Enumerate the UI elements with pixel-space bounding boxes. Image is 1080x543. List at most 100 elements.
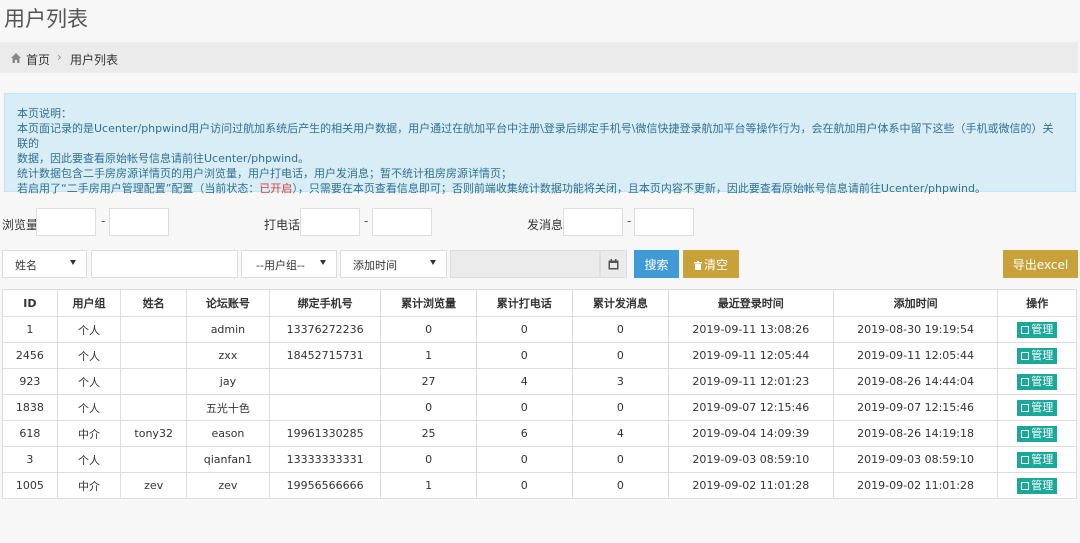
manage-button[interactable]: 管理: [1017, 347, 1058, 364]
status-badge: 已开启: [259, 182, 293, 195]
table-cell-actions: 管理: [997, 368, 1077, 395]
notice-text: ），只需要在本页查看信息即可；否则前端收集统计数据功能将关闭，且本页内容不更新，…: [292, 182, 986, 195]
search-input[interactable]: [91, 250, 238, 278]
notice-line: 数据，因此要查看原始帐号信息请前往Ucenter/phpwind。: [17, 152, 310, 165]
edit-icon: [1021, 377, 1030, 386]
table-row: 1838 个人 五光十色 0 0 0 2019-09-07 12:15:46 2019-09-…: [2, 394, 1077, 421]
manage-button[interactable]: 管理: [1017, 425, 1058, 442]
table-cell-actions: 管理: [997, 420, 1077, 447]
table-cell-actions: 管理: [997, 394, 1077, 421]
table-cell: 19956566666: [268, 472, 382, 499]
table-cell: 2019-09-11 12:01:23: [667, 368, 834, 395]
table-cell: 2019-09-11 12:05:44: [667, 342, 834, 369]
messages-min-input[interactable]: [563, 208, 623, 236]
manage-button[interactable]: 管理: [1017, 321, 1058, 338]
manage-button[interactable]: 管理: [1017, 451, 1058, 468]
page-title: 用户列表: [4, 7, 88, 31]
export-excel-button[interactable]: 导出excel: [1003, 250, 1078, 278]
table-cell: 0: [380, 446, 477, 473]
search-field-select[interactable]: 姓名: [2, 250, 87, 278]
table-cell: 中介: [56, 472, 122, 499]
table-cell: 4: [571, 420, 669, 447]
notice-line: 统计数据包含二手房房源详情页的用户浏览量，用户打电话，用户发消息；暂不统计租房房…: [17, 167, 512, 180]
column-header: 用户组: [56, 289, 122, 317]
table-cell: 2019-09-02 11:01:28: [832, 472, 999, 499]
manage-button[interactable]: 管理: [1017, 477, 1058, 494]
manage-button[interactable]: 管理: [1017, 373, 1058, 390]
table-header-row: ID 用户组 姓名 论坛账号 绑定手机号 累计浏览量 累计打电话 累计发消息 最…: [2, 289, 1077, 317]
trash-icon: [693, 261, 702, 270]
edit-icon: [1021, 403, 1030, 412]
table-cell: 6: [475, 420, 573, 447]
search-button[interactable]: 搜索: [634, 250, 679, 278]
manage-button-label: 管理: [1031, 452, 1054, 466]
table-cell: [268, 394, 382, 421]
table-cell: 2019-09-11 13:08:26: [667, 316, 834, 343]
table-cell: 0: [571, 316, 669, 343]
table-cell: 中介: [56, 420, 122, 447]
table-cell: 4: [475, 368, 573, 395]
table-cell: 个人: [56, 368, 122, 395]
table-cell: 0: [571, 472, 669, 499]
table-cell: 0: [571, 342, 669, 369]
calendar-button[interactable]: [600, 250, 627, 278]
messages-max-input[interactable]: [634, 208, 694, 236]
column-header: 姓名: [120, 289, 188, 317]
table-cell: 13333333331: [268, 446, 382, 473]
table-cell: zev: [186, 472, 270, 499]
manage-button-label: 管理: [1031, 400, 1054, 414]
user-group-value: --用户组--: [256, 259, 305, 272]
table-cell: 1838: [2, 394, 58, 421]
table-cell: 0: [475, 472, 573, 499]
manage-button-label: 管理: [1031, 478, 1054, 492]
table-cell-actions: 管理: [997, 472, 1077, 499]
breadcrumb-home-link[interactable]: 首页: [26, 51, 50, 68]
column-header: 最近登录时间: [667, 289, 834, 317]
table-cell: 618: [2, 420, 58, 447]
calls-min-input[interactable]: [300, 208, 360, 236]
breadcrumb-separator: ›: [57, 50, 62, 64]
column-header: ID: [2, 289, 58, 317]
notice-line: 若启用了“二手房用户管理配置”配置（当前状态：已开启），只需要在本页查看信息即可…: [17, 181, 1063, 196]
time-type-value: 添加时间: [353, 259, 397, 272]
table-cell: admin: [186, 316, 270, 343]
user-group-select[interactable]: --用户组--: [241, 250, 337, 278]
table-cell: 2019-08-26 14:19:18: [832, 420, 999, 447]
table-cell: 1: [2, 316, 58, 343]
manage-button[interactable]: 管理: [1017, 399, 1058, 416]
table-cell: zev: [120, 472, 188, 499]
table-row: 923 个人 jay 27 4 3 2019-09-11 12:01:23 2019-08-2…: [2, 368, 1077, 395]
views-min-input[interactable]: [36, 208, 96, 236]
table-cell: 2019-09-07 12:15:46: [667, 394, 834, 421]
table-row: 3 个人 qianfan1 13333333331 0 0 0 2019-09-03 08:5…: [2, 446, 1077, 473]
clear-button[interactable]: 清空: [683, 250, 739, 278]
calls-max-input[interactable]: [372, 208, 432, 236]
chevron-down-icon: [430, 260, 436, 265]
column-header: 累计打电话: [475, 289, 573, 317]
home-icon: [11, 53, 21, 63]
clear-button-label: 清空: [703, 258, 728, 272]
table-cell: 2019-09-03 08:59:10: [832, 446, 999, 473]
manage-button-label: 管理: [1031, 322, 1054, 336]
views-max-input[interactable]: [109, 208, 169, 236]
table-cell: 2019-09-07 12:15:46: [832, 394, 999, 421]
table-cell: 3: [2, 446, 58, 473]
table-cell-actions: 管理: [997, 316, 1077, 343]
table-cell: 13376272236: [268, 316, 382, 343]
time-type-select[interactable]: 添加时间: [340, 250, 447, 278]
range-dash: -: [101, 214, 106, 228]
table-cell: zxx: [186, 342, 270, 369]
date-range-input[interactable]: [450, 250, 600, 278]
table-cell: 1: [380, 472, 477, 499]
table-row: 618 中介 tony32 eason 19961330285 25 6 4 2019-09-0…: [2, 420, 1077, 447]
table-row: 1 个人 admin 13376272236 0 0 0 2019-09-11 13:08:2…: [2, 316, 1077, 343]
table-cell: 2456: [2, 342, 58, 369]
table-cell: 1: [380, 342, 477, 369]
table-cell: 3: [571, 368, 669, 395]
table-cell: 0: [571, 394, 669, 421]
notice-box: 本页说明： 本页面记录的是Ucenter/phpwind用户访问过航加系统后产生…: [4, 93, 1076, 195]
table-cell: [120, 394, 188, 421]
table-cell: 19961330285: [268, 420, 382, 447]
column-header: 绑定手机号: [268, 289, 382, 317]
manage-button-label: 管理: [1031, 374, 1054, 388]
